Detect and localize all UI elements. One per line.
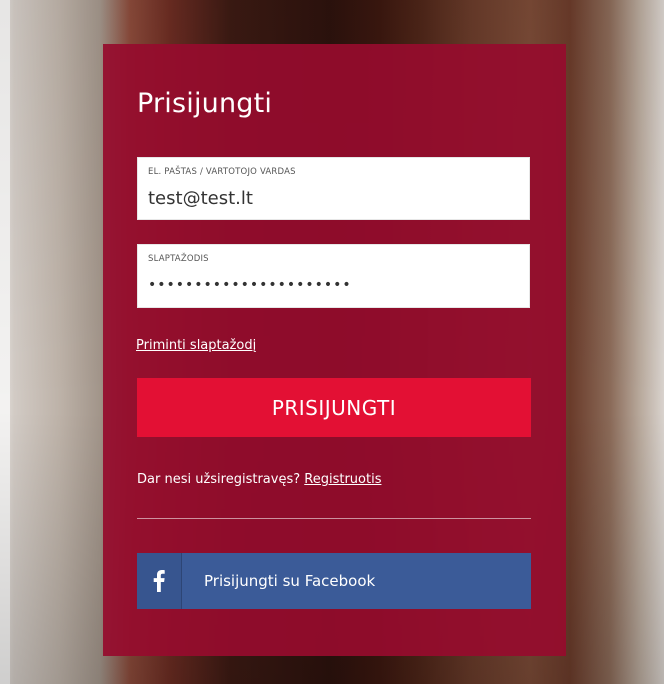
page-left-edge bbox=[0, 0, 10, 684]
email-field-label: EL. PAŠTAS / VARTOTOJO VARDAS bbox=[148, 167, 296, 177]
password-field[interactable]: SLAPTAŽODIS bbox=[137, 244, 530, 308]
login-panel: Prisijungti EL. PAŠTAS / VARTOTOJO VARDA… bbox=[103, 44, 566, 656]
email-input[interactable] bbox=[148, 184, 518, 212]
facebook-button-label: Prisijungti su Facebook bbox=[204, 572, 376, 590]
password-input[interactable] bbox=[148, 271, 518, 299]
login-title: Prisijungti bbox=[137, 88, 273, 119]
facebook-icon bbox=[137, 553, 182, 609]
divider bbox=[137, 518, 531, 519]
email-field[interactable]: EL. PAŠTAS / VARTOTOJO VARDAS bbox=[137, 157, 530, 220]
register-link[interactable]: Registruotis bbox=[304, 472, 381, 487]
register-prompt: Dar nesi užsiregistravęs? bbox=[137, 472, 301, 487]
background-photo: Prisijungti EL. PAŠTAS / VARTOTOJO VARDA… bbox=[0, 0, 664, 684]
facebook-login-button[interactable]: Prisijungti su Facebook bbox=[137, 553, 531, 609]
remind-password-link[interactable]: Priminti slaptažodį bbox=[136, 338, 256, 353]
login-button[interactable]: PRISIJUNGTI bbox=[137, 378, 531, 437]
password-field-label: SLAPTAŽODIS bbox=[148, 254, 209, 264]
register-row: Dar nesi užsiregistravęs? Registruotis bbox=[137, 472, 381, 487]
